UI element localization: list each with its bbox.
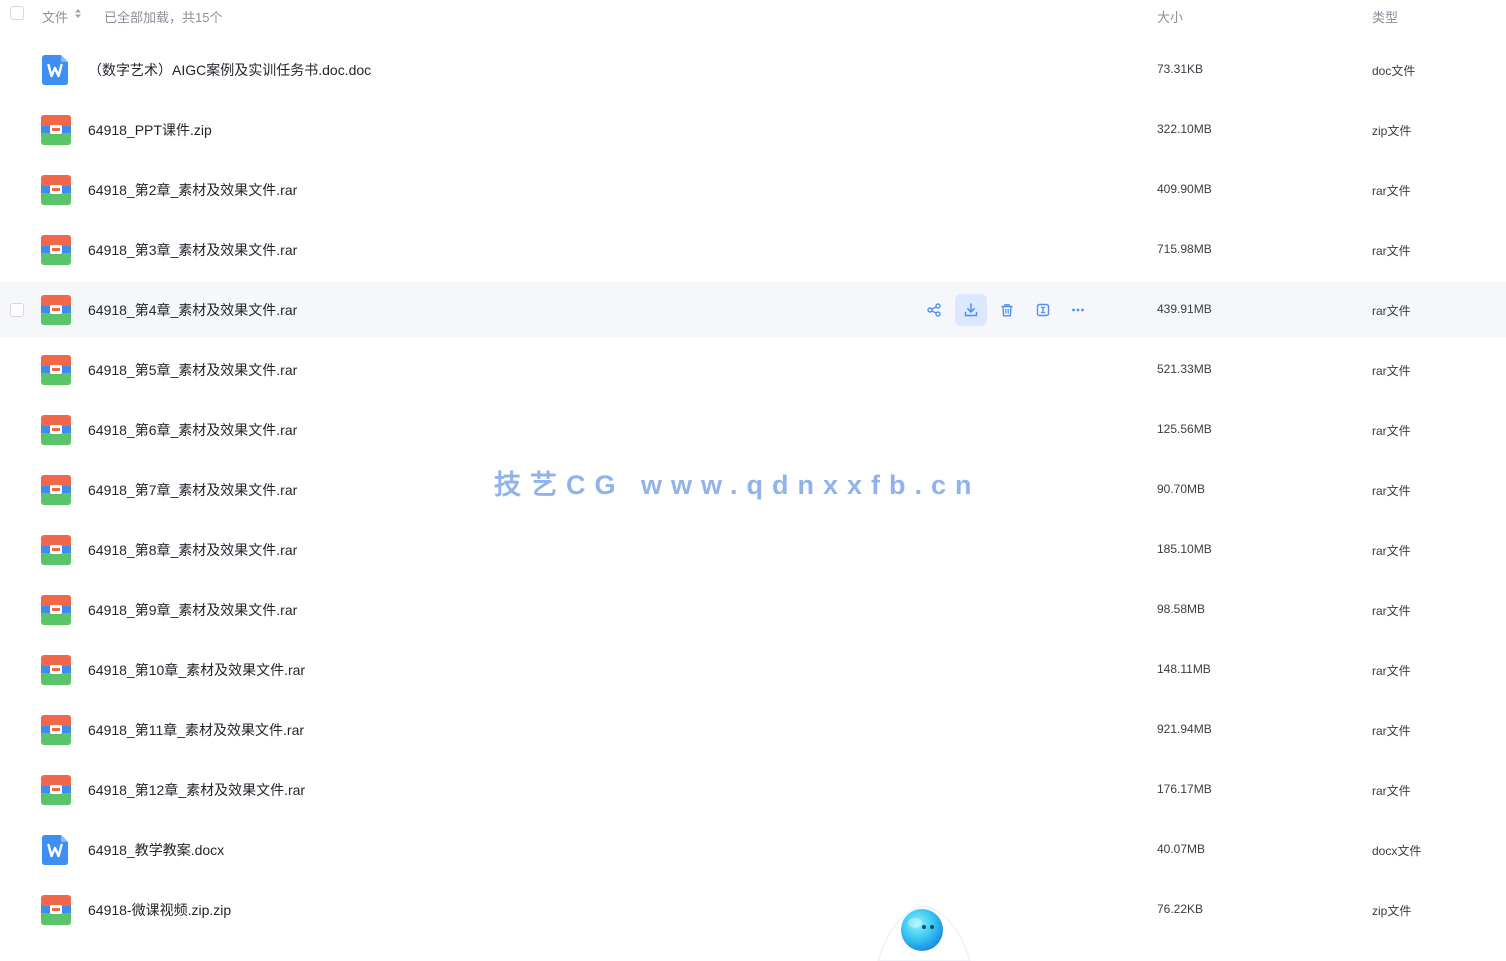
file-name[interactable]: 64918_第8章_素材及效果文件.rar — [88, 540, 297, 560]
file-type: rar文件 — [1372, 724, 1411, 738]
archive-icon — [41, 295, 71, 325]
file-size: 322.10MB — [1157, 122, 1212, 136]
file-row[interactable]: 64918_第6章_素材及效果文件.rar 125.56MB rar文件 — [0, 402, 1506, 458]
file-size: 148.11MB — [1157, 662, 1211, 676]
file-size: 185.10MB — [1157, 542, 1212, 556]
file-size: 176.17MB — [1157, 782, 1212, 796]
archive-icon — [41, 235, 71, 265]
load-status: 已全部加载，共15个 — [104, 10, 223, 25]
file-type: rar文件 — [1372, 424, 1411, 438]
file-size: 76.22KB — [1157, 902, 1204, 916]
file-name[interactable]: 64918_第7章_素材及效果文件.rar — [88, 480, 297, 500]
archive-icon — [41, 715, 71, 745]
file-name[interactable]: 64918_教学教案.docx — [88, 840, 224, 860]
file-type: rar文件 — [1372, 664, 1411, 678]
file-size: 715.98MB — [1157, 242, 1212, 256]
file-type: zip文件 — [1372, 904, 1412, 918]
file-name[interactable]: （数字艺术）AIGC案例及实训任务书.doc.doc — [88, 60, 371, 80]
file-type: doc文件 — [1372, 64, 1416, 78]
file-size: 921.94MB — [1157, 722, 1212, 736]
file-size: 125.56MB — [1157, 422, 1212, 436]
file-size: 521.33MB — [1157, 362, 1212, 376]
file-name[interactable]: 64918_第12章_素材及效果文件.rar — [88, 780, 305, 800]
file-type: rar文件 — [1372, 184, 1411, 198]
row-checkbox[interactable] — [10, 303, 24, 317]
file-type: docx文件 — [1372, 844, 1422, 858]
word-doc-icon — [41, 835, 71, 865]
word-doc-icon — [41, 55, 71, 85]
file-name[interactable]: 64918_第2章_素材及效果文件.rar — [88, 180, 297, 200]
share-button[interactable] — [918, 294, 950, 326]
watermark-text: 技艺CG www.qdnxxfb.cn — [494, 470, 981, 500]
rename-icon — [1036, 303, 1050, 317]
rename-button[interactable] — [1027, 294, 1059, 326]
file-name[interactable]: 64918_第9章_素材及效果文件.rar — [88, 600, 297, 620]
share-icon — [927, 303, 941, 317]
archive-icon — [41, 535, 71, 565]
file-name[interactable]: 64918_第3章_素材及效果文件.rar — [88, 240, 297, 260]
file-row[interactable]: 64918_第10章_素材及效果文件.rar 148.11MB rar文件 — [0, 642, 1506, 698]
file-type: rar文件 — [1372, 484, 1411, 498]
archive-icon — [41, 115, 71, 145]
file-size: 409.90MB — [1157, 182, 1212, 196]
file-size: 73.31KB — [1157, 62, 1204, 76]
file-type: rar文件 — [1372, 604, 1411, 618]
file-row[interactable]: 64918_第12章_素材及效果文件.rar 176.17MB rar文件 — [0, 762, 1506, 818]
file-row[interactable]: 64918_第3章_素材及效果文件.rar 715.98MB rar文件 — [0, 222, 1506, 278]
file-row[interactable]: 64918_第11章_素材及效果文件.rar 921.94MB rar文件 — [0, 702, 1506, 758]
select-all-checkbox[interactable] — [10, 6, 24, 20]
file-size: 40.07MB — [1157, 842, 1206, 856]
file-type: rar文件 — [1372, 304, 1411, 318]
file-type: rar文件 — [1372, 544, 1411, 558]
file-row[interactable]: 64918_第8章_素材及效果文件.rar 185.10MB rar文件 — [0, 522, 1506, 578]
archive-icon — [41, 595, 71, 625]
delete-icon — [1000, 303, 1014, 317]
column-header-type[interactable]: 类型 — [1372, 7, 1398, 26]
column-header-file[interactable]: 文件 — [42, 7, 68, 26]
file-type: rar文件 — [1372, 244, 1411, 258]
file-type: rar文件 — [1372, 364, 1411, 378]
list-header: 文件 已全部加载，共15个 大小 类型 — [0, 0, 1506, 30]
file-row[interactable]: 64918-微课视频.zip.zip 76.22KB zip文件 — [0, 882, 1506, 938]
file-type: zip文件 — [1372, 124, 1412, 138]
archive-icon — [41, 475, 71, 505]
download-icon — [964, 303, 978, 317]
file-name[interactable]: 64918_第4章_素材及效果文件.rar — [88, 300, 297, 320]
file-row[interactable]: 64918_第9章_素材及效果文件.rar 98.58MB rar文件 — [0, 582, 1506, 638]
archive-icon — [41, 775, 71, 805]
archive-icon — [41, 355, 71, 385]
file-name[interactable]: 64918_第6章_素材及效果文件.rar — [88, 420, 297, 440]
more-button[interactable] — [1062, 294, 1094, 326]
delete-button[interactable] — [991, 294, 1023, 326]
more-icon — [1071, 303, 1085, 317]
file-row[interactable]: 64918_第5章_素材及效果文件.rar 521.33MB rar文件 — [0, 342, 1506, 398]
file-type: rar文件 — [1372, 784, 1411, 798]
file-row[interactable]: （数字艺术）AIGC案例及实训任务书.doc.doc 73.31KB doc文件 — [0, 42, 1506, 98]
file-name[interactable]: 64918-微课视频.zip.zip — [88, 900, 231, 920]
archive-icon — [41, 895, 71, 925]
archive-icon — [41, 415, 71, 445]
file-row[interactable]: 64918_PPT课件.zip 322.10MB zip文件 — [0, 102, 1506, 158]
file-name[interactable]: 64918_第11章_素材及效果文件.rar — [88, 720, 304, 740]
file-row[interactable]: 64918_教学教案.docx 40.07MB docx文件 — [0, 822, 1506, 878]
file-name[interactable]: 64918_第10章_素材及效果文件.rar — [88, 660, 305, 680]
file-row[interactable]: 64918_第2章_素材及效果文件.rar 409.90MB rar文件 — [0, 162, 1506, 218]
file-name[interactable]: 64918_PPT课件.zip — [88, 120, 212, 140]
column-header-size[interactable]: 大小 — [1157, 7, 1183, 26]
archive-icon — [41, 175, 71, 205]
file-size: 98.58MB — [1157, 602, 1206, 616]
file-size: 439.91MB — [1157, 302, 1212, 316]
sort-icon[interactable] — [74, 7, 82, 20]
assistant-mascot-icon[interactable] — [872, 892, 976, 961]
download-button[interactable] — [955, 294, 987, 326]
file-name[interactable]: 64918_第5章_素材及效果文件.rar — [88, 360, 297, 380]
archive-icon — [41, 655, 71, 685]
file-size: 90.70MB — [1157, 482, 1206, 496]
file-row[interactable]: 64918_第4章_素材及效果文件.rar 439.91MB rar文件 — [0, 282, 1506, 338]
